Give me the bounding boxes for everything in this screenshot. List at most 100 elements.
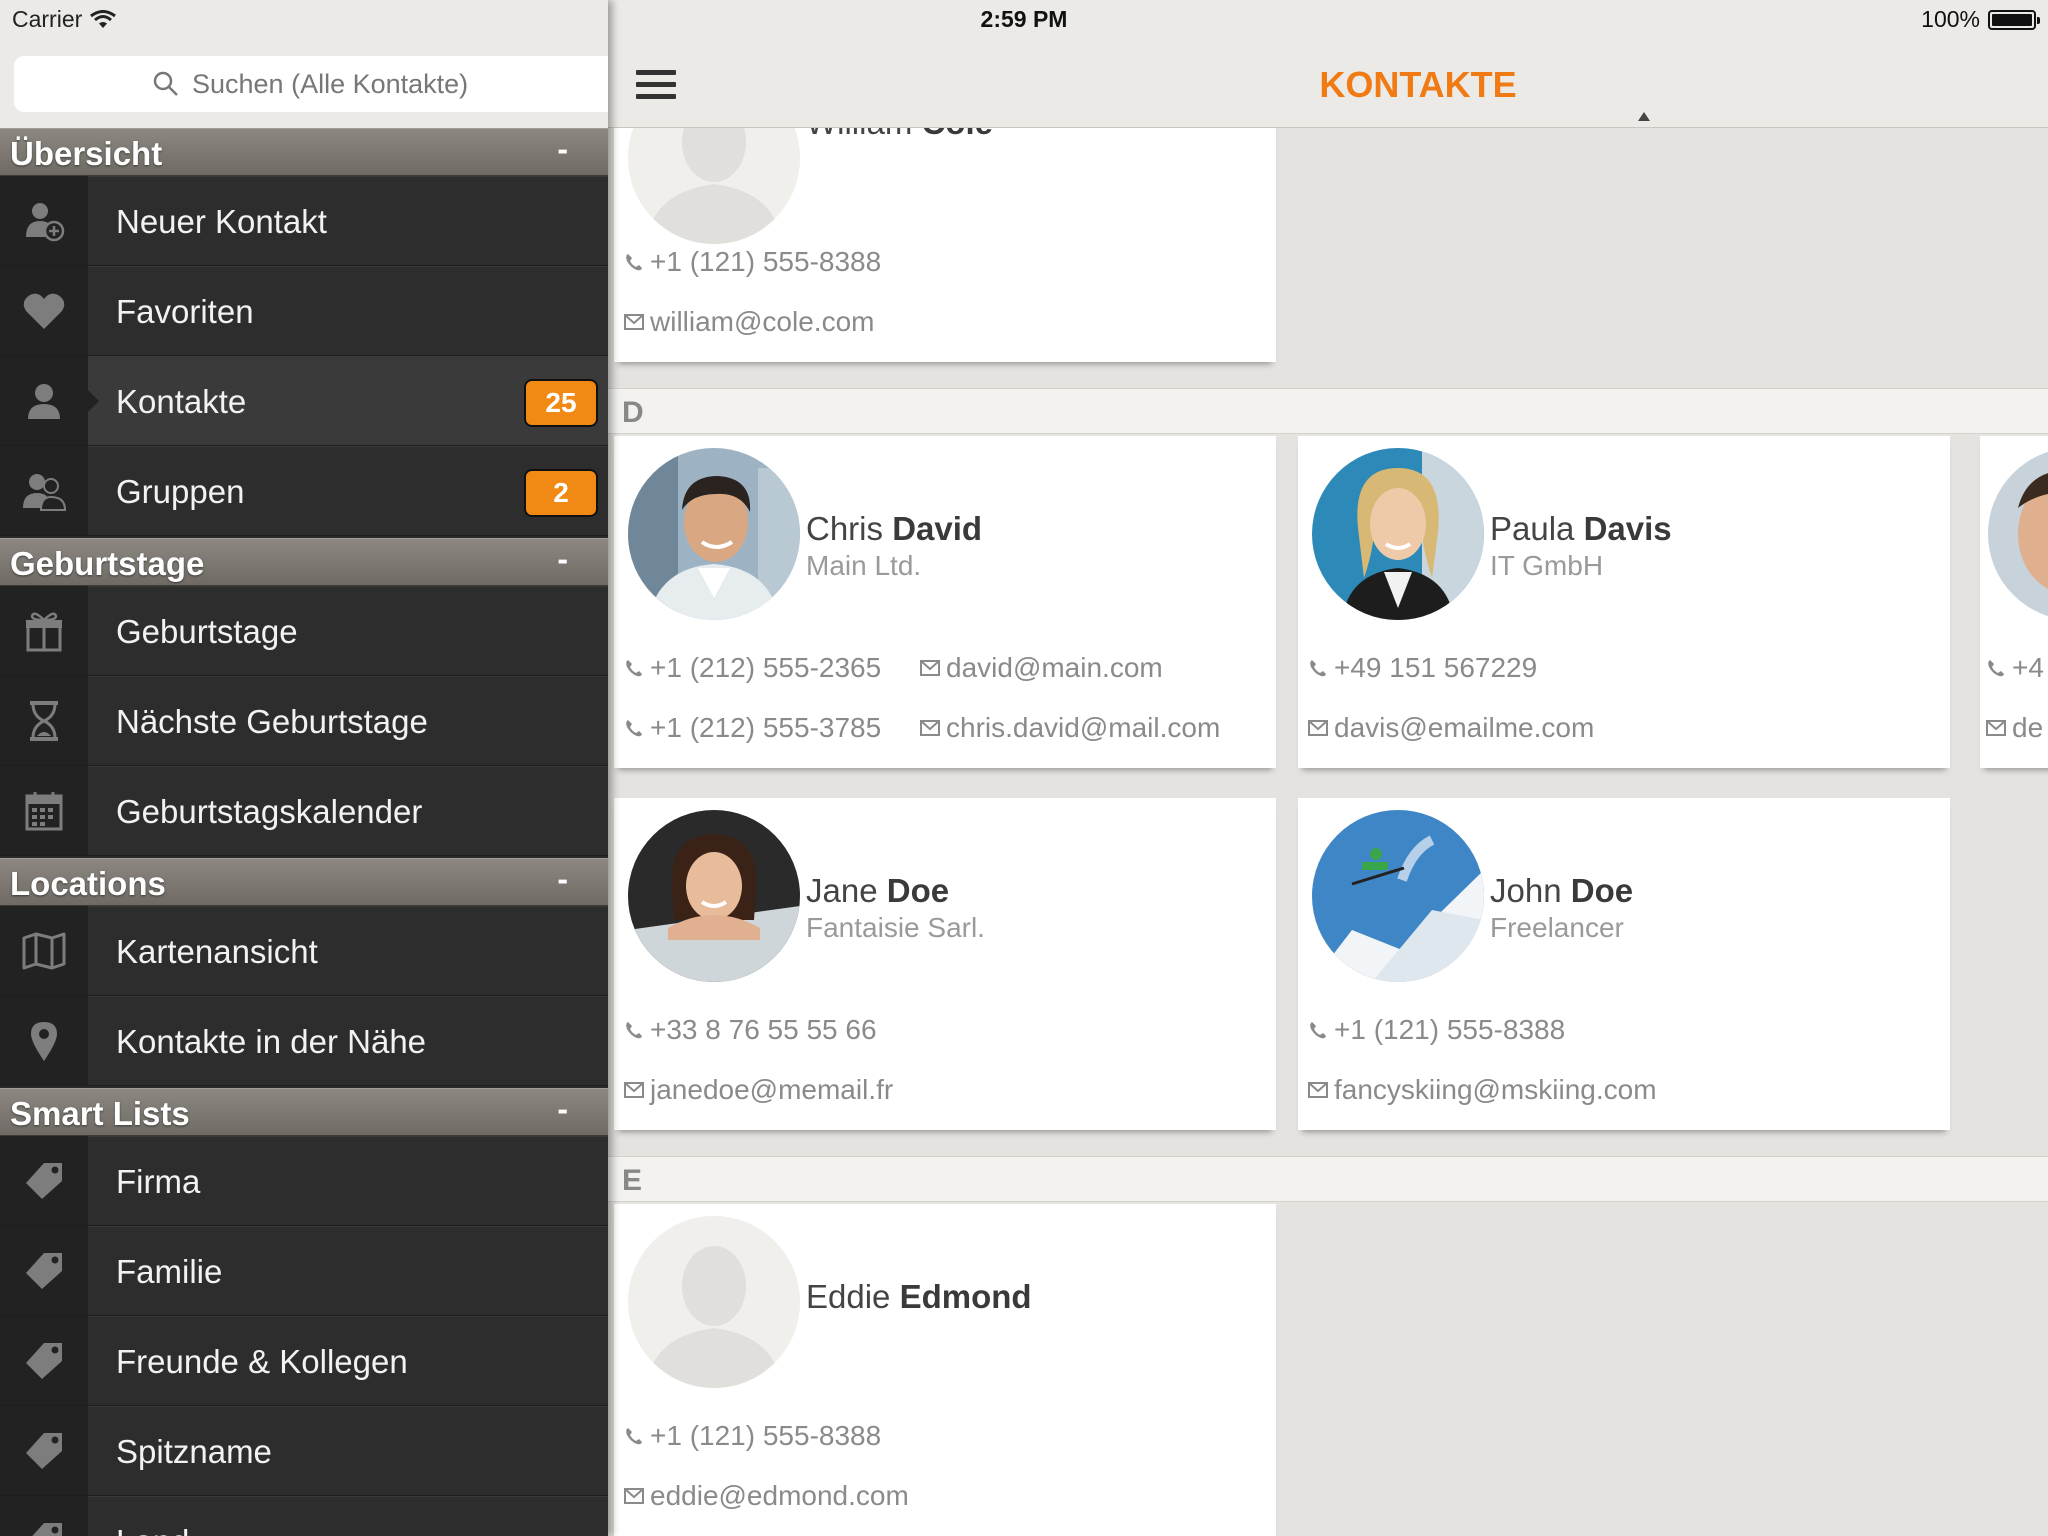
section-header-locations[interactable]: Locations - xyxy=(0,858,608,906)
group-icon xyxy=(23,473,67,511)
sidebar-item-label: Firma xyxy=(116,1163,201,1200)
phone-icon xyxy=(626,254,642,271)
carrier-label: Carrier xyxy=(12,6,83,32)
contact-card-chris-david[interactable]: Chris David Main Ltd. +1 (212) 555-2365 … xyxy=(614,436,1276,768)
email-line[interactable]: fancyskiing@mskiing.com xyxy=(1308,1074,1657,1106)
gift-icon xyxy=(26,612,62,651)
heart-icon xyxy=(23,293,65,329)
email-line[interactable]: william@cole.com xyxy=(624,306,874,338)
sidebar-item-label: Kartenansicht xyxy=(116,933,318,970)
phone-line[interactable]: +33 8 76 55 55 66 xyxy=(624,1014,877,1046)
contact-name: Chris David xyxy=(806,510,983,547)
sidebar-item-nearby-contacts[interactable]: Kontakte in der Nähe xyxy=(0,996,608,1086)
sidebar-item-new-contact[interactable]: Neuer Kontakt xyxy=(0,176,608,266)
page-title: KONTAKTE xyxy=(1319,64,1517,105)
contact-company: Freelancer xyxy=(1490,912,1624,943)
person-icon xyxy=(28,383,60,419)
avatar-photo xyxy=(1312,448,1484,620)
mail-icon xyxy=(624,1082,644,1098)
email-line[interactable]: chris.david@mail.com xyxy=(920,712,1220,744)
mail-icon xyxy=(920,660,940,676)
mail-icon xyxy=(624,314,644,330)
sidebar-item-country[interactable]: Land xyxy=(0,1496,608,1536)
sidebar-item-family[interactable]: Familie xyxy=(0,1226,608,1316)
tag-icon xyxy=(26,1162,62,1199)
contact-card-eddie-edmond[interactable]: Eddie Edmond +1 (121) 555-8388 eddie@edm… xyxy=(614,1204,1276,1536)
email-line[interactable]: david@main.com xyxy=(920,652,1163,684)
hourglass-icon xyxy=(30,700,58,741)
sidebar-item-label: Geburtstage xyxy=(116,613,298,650)
section-overview: Übersicht - Neuer Kontakt Favoriten Kont… xyxy=(0,128,608,536)
phone-icon xyxy=(626,720,642,737)
count-badge: 25 xyxy=(524,379,598,427)
phone-icon xyxy=(1988,660,2004,677)
contact-card-partial[interactable]: +4 de xyxy=(1980,436,2048,768)
mail-icon xyxy=(624,1488,644,1504)
avatar xyxy=(628,810,800,982)
section-header-overview[interactable]: Übersicht - xyxy=(0,128,608,176)
contact-card-john-doe[interactable]: John Doe Freelancer +1 (121) 555-8388 fa… xyxy=(1298,798,1950,1130)
sidebar-item-contacts[interactable]: Kontakte 25 xyxy=(0,356,608,446)
phone-icon xyxy=(1310,1022,1326,1039)
tag-icon xyxy=(26,1432,62,1469)
sidebar-item-company[interactable]: Firma xyxy=(0,1136,608,1226)
section-title: Geburtstage xyxy=(10,545,205,582)
phone-line[interactable]: +4 xyxy=(1986,652,2044,684)
avatar xyxy=(628,448,800,620)
collapse-icon[interactable]: - xyxy=(557,1091,568,1128)
sidebar-item-label: Freunde & Kollegen xyxy=(116,1343,408,1380)
sidebar-item-favorites[interactable]: Favoriten xyxy=(0,266,608,356)
add-person-icon xyxy=(26,202,65,241)
collapse-icon[interactable]: - xyxy=(557,861,568,898)
pin-icon xyxy=(31,1021,57,1061)
contact-card-paula-davis[interactable]: Paula Davis IT GmbH +49 151 567229 davis… xyxy=(1298,436,1950,768)
caret-up-icon xyxy=(1638,112,1650,121)
sidebar-item-label: Familie xyxy=(116,1253,223,1290)
phone-line[interactable]: +1 (212) 555-3785 xyxy=(624,712,881,744)
phone-line[interactable]: +1 (121) 555-8388 xyxy=(624,1420,881,1452)
sidebar-item-nickname[interactable]: Spitzname xyxy=(0,1406,608,1496)
sidebar-item-birthday-calendar[interactable]: Geburtstagskalender xyxy=(0,766,608,856)
phone-line[interactable]: +1 (121) 555-8388 xyxy=(1308,1014,1565,1046)
mail-icon xyxy=(1308,1082,1328,1098)
avatar xyxy=(1312,448,1484,620)
email-line[interactable]: eddie@edmond.com xyxy=(624,1480,909,1512)
sidebar-item-label: Neuer Kontakt xyxy=(116,203,327,240)
contacts-main: William Cole +1 (121) 555-8388 william@c… xyxy=(608,0,2048,1536)
search-field[interactable] xyxy=(14,56,608,112)
sidebar-item-label: Spitzname xyxy=(116,1433,272,1470)
email-line[interactable]: davis@emailme.com xyxy=(1308,712,1594,744)
contact-name: Paula Davis xyxy=(1490,510,1672,547)
phone-line[interactable]: +49 151 567229 xyxy=(1308,652,1537,684)
wifi-icon xyxy=(90,9,117,28)
section-locations: Locations - Kartenansicht Kontakte in de… xyxy=(0,858,608,1086)
sidebar-item-label: Kontakte xyxy=(116,383,247,420)
mail-icon xyxy=(1986,720,2006,736)
sidebar-item-label: Geburtstagskalender xyxy=(116,793,423,830)
phone-icon xyxy=(626,1428,642,1445)
person-placeholder-icon xyxy=(628,1216,800,1388)
collapse-icon[interactable]: - xyxy=(557,131,568,168)
contact-company: IT GmbH xyxy=(1490,550,1604,581)
contact-card-jane-doe[interactable]: Jane Doe Fantaisie Sarl. +33 8 76 55 55 … xyxy=(614,798,1276,1130)
tag-icon xyxy=(26,1342,62,1379)
phone-icon xyxy=(1310,660,1326,677)
sidebar-item-birthdays[interactable]: Geburtstage xyxy=(0,586,608,676)
search-input[interactable] xyxy=(192,68,572,100)
avatar xyxy=(628,1216,800,1388)
sidebar-item-upcoming-birthdays[interactable]: Nächste Geburtstage xyxy=(0,676,608,766)
section-header-birthdays[interactable]: Geburtstage - xyxy=(0,538,608,586)
sidebar-item-friends-colleagues[interactable]: Freunde & Kollegen xyxy=(0,1316,608,1406)
email-line[interactable]: de xyxy=(1986,712,2043,744)
tag-icon xyxy=(26,1252,62,1289)
phone-line[interactable]: +1 (121) 555-8388 xyxy=(624,246,881,278)
collapse-icon[interactable]: - xyxy=(557,541,568,578)
sidebar-item-groups[interactable]: Gruppen 2 xyxy=(0,446,608,536)
avatar xyxy=(1312,810,1484,982)
section-header-smart-lists[interactable]: Smart Lists - xyxy=(0,1088,608,1136)
avatar-photo xyxy=(628,810,800,982)
phone-line[interactable]: +1 (212) 555-2365 xyxy=(624,652,881,684)
sidebar-item-map-view[interactable]: Kartenansicht xyxy=(0,906,608,996)
email-line[interactable]: janedoe@memail.fr xyxy=(624,1074,893,1106)
section-title: Smart Lists xyxy=(10,1095,190,1132)
